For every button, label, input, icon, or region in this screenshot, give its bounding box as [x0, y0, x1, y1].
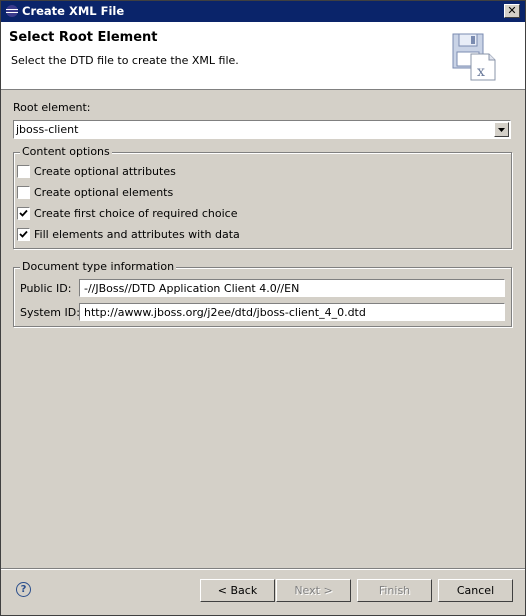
next-button[interactable]: Next > — [276, 579, 351, 602]
system-id-label: System ID: — [20, 306, 80, 319]
checkbox-box[interactable] — [17, 186, 30, 199]
checkmark-icon — [19, 209, 28, 217]
chevron-down-icon — [498, 128, 505, 132]
checkbox-box[interactable] — [17, 228, 30, 241]
footer-separator — [1, 568, 525, 570]
close-icon: ✕ — [507, 4, 517, 17]
eclipse-icon — [6, 5, 18, 17]
create-xml-file-dialog: Create XML File ✕ Select Root Element Se… — [0, 0, 526, 616]
checkbox-label: Create optional attributes — [34, 165, 176, 178]
document-type-legend: Document type information — [20, 260, 177, 273]
public-id-field[interactable]: -//JBoss//DTD Application Client 4.0//EN — [79, 279, 505, 297]
page-description: Select the DTD file to create the XML fi… — [11, 54, 239, 67]
checkbox-label: Create first choice of required choice — [34, 207, 238, 220]
public-id-label: Public ID: — [20, 282, 72, 295]
checkbox-label: Fill elements and attributes with data — [34, 228, 240, 241]
root-element-value: jboss-client — [16, 123, 79, 136]
checkmark-icon — [19, 230, 28, 238]
system-id-value: http://awww.jboss.org/j2ee/dtd/jboss-cli… — [84, 306, 366, 319]
close-button[interactable]: ✕ — [504, 4, 520, 18]
wizard-header: Select Root Element Select the DTD file … — [1, 22, 525, 90]
title-bar: Create XML File ✕ — [1, 1, 525, 22]
page-title: Select Root Element — [9, 30, 158, 45]
document-type-group: Document type information Public ID: -//… — [13, 260, 512, 327]
content-options-legend: Content options — [20, 145, 112, 158]
root-element-combo[interactable]: jboss-client — [13, 120, 511, 139]
xml-file-wizard-icon: x — [452, 33, 496, 81]
checkbox-box[interactable] — [17, 165, 30, 178]
root-element-label: Root element: — [13, 101, 91, 114]
finish-button[interactable]: Finish — [357, 579, 432, 602]
cancel-button[interactable]: Cancel — [438, 579, 513, 602]
content-options-group: Content options Create optional attribut… — [13, 145, 512, 249]
help-icon[interactable]: ? — [16, 582, 31, 597]
window-title: Create XML File — [22, 4, 125, 18]
system-id-field[interactable]: http://awww.jboss.org/j2ee/dtd/jboss-cli… — [79, 303, 505, 321]
svg-text:x: x — [477, 64, 485, 80]
combo-dropdown-button[interactable] — [494, 122, 509, 137]
public-id-value: -//JBoss//DTD Application Client 4.0//EN — [84, 282, 300, 295]
checkbox-label: Create optional elements — [34, 186, 174, 199]
checkbox-box[interactable] — [17, 207, 30, 220]
back-button[interactable]: < Back — [200, 579, 275, 602]
